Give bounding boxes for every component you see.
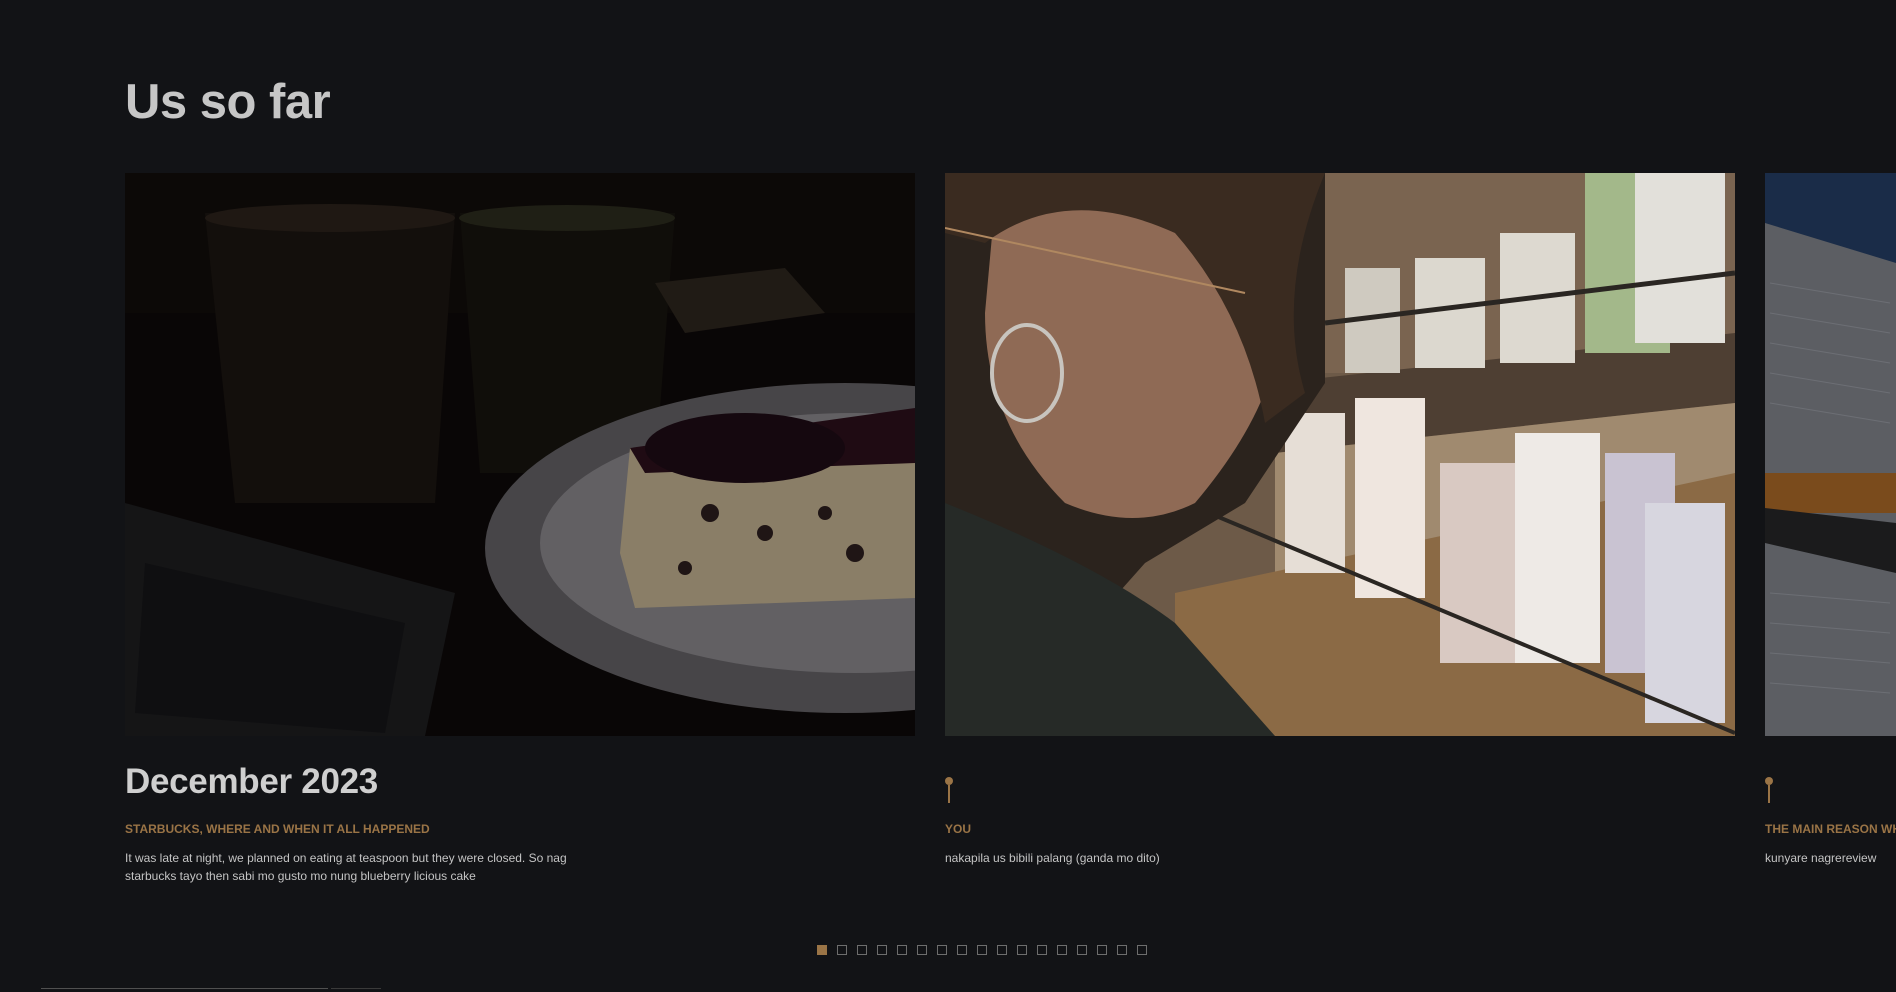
pagination-dot[interactable]: [917, 945, 927, 955]
pagination-dot[interactable]: [857, 945, 867, 955]
timeline-marker: [1765, 777, 1773, 803]
card-subtitle: THE MAIN REASON WHY: [1765, 822, 1896, 836]
pagination-dot[interactable]: [1057, 945, 1067, 955]
pagination-dot[interactable]: [997, 945, 1007, 955]
card-subtitle: YOU: [945, 822, 972, 836]
card-text: nakapila us bibili palang (ganda mo dito…: [945, 851, 1160, 865]
card-photo: [125, 173, 915, 736]
card-text: kunyare nagrereview: [1765, 851, 1877, 865]
card-date: December 2023: [125, 762, 378, 801]
pagination-dot[interactable]: [977, 945, 987, 955]
timeline-card[interactable]: [1765, 173, 1896, 736]
pagination-dot[interactable]: [1117, 945, 1127, 955]
card-photo: [945, 173, 1735, 736]
pagination-dot[interactable]: [1097, 945, 1107, 955]
pagination-dot[interactable]: [1037, 945, 1047, 955]
timeline-carousel[interactable]: December 2023 STARBUCKS, WHERE AND WHEN …: [0, 0, 1896, 992]
card-photo: [1765, 173, 1896, 736]
pagination-dot[interactable]: [937, 945, 947, 955]
carousel-pagination: [817, 945, 1147, 955]
timeline-marker: [945, 777, 953, 803]
scrollbar[interactable]: [41, 988, 381, 992]
pagination-dot[interactable]: [1137, 945, 1147, 955]
pagination-dot[interactable]: [817, 945, 827, 955]
timeline-card[interactable]: [945, 173, 1735, 736]
pagination-dot[interactable]: [897, 945, 907, 955]
pagination-dot[interactable]: [1077, 945, 1087, 955]
pagination-dot[interactable]: [1017, 945, 1027, 955]
timeline-card[interactable]: [125, 173, 915, 736]
card-subtitle: STARBUCKS, WHERE AND WHEN IT ALL HAPPENE…: [125, 822, 430, 836]
pagination-dot[interactable]: [957, 945, 967, 955]
pagination-dot[interactable]: [877, 945, 887, 955]
pagination-dot[interactable]: [837, 945, 847, 955]
card-text: It was late at night, we planned on eati…: [125, 851, 567, 883]
